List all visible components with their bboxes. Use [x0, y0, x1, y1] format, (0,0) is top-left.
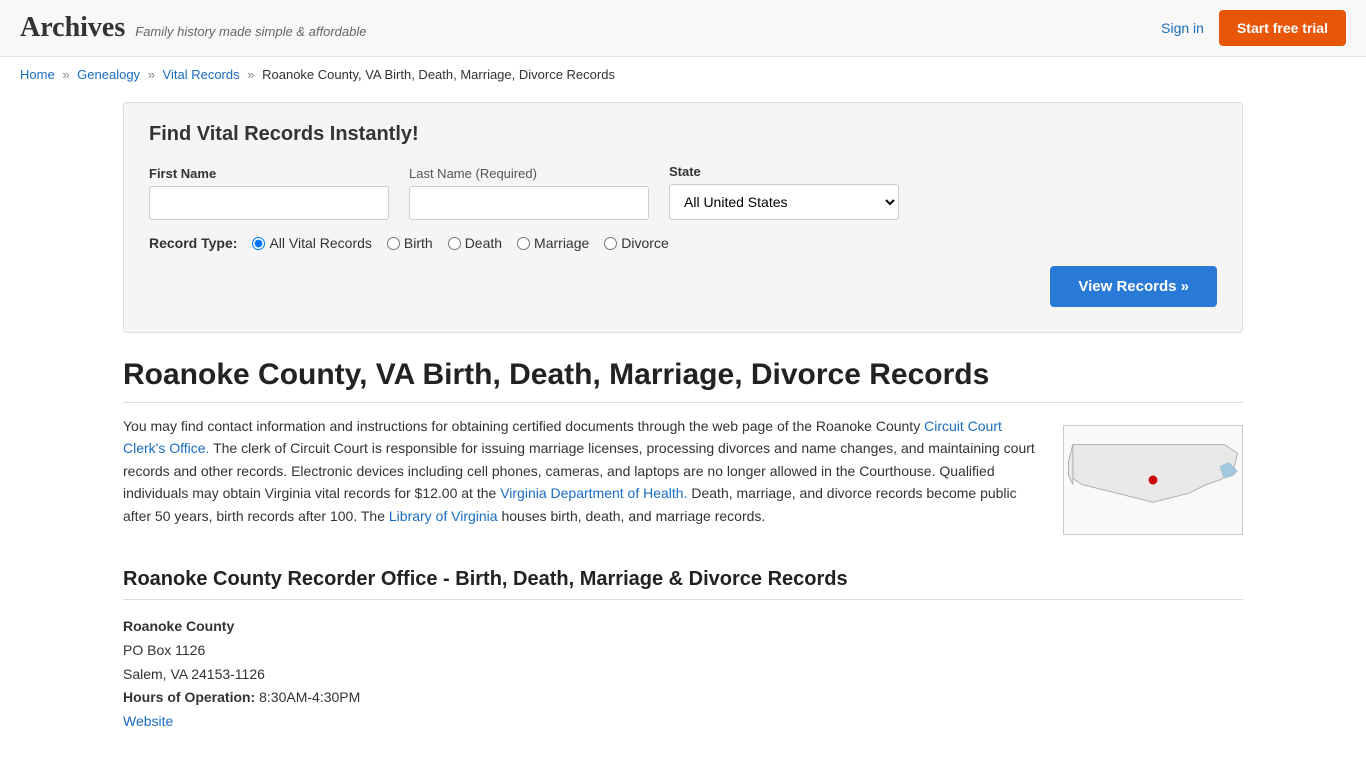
main-content: Find Vital Records Instantly! First Name… — [103, 92, 1263, 744]
office-name: Roanoke County — [123, 615, 1243, 639]
hours-row: Hours of Operation: 8:30AM-4:30PM — [123, 686, 1243, 710]
record-type-divorce[interactable]: Divorce — [604, 235, 668, 251]
breadcrumb-sep-3: » — [247, 67, 254, 82]
va-dept-health-link[interactable]: Virginia Department of Health. — [500, 485, 687, 501]
va-map-svg — [1063, 425, 1243, 535]
record-type-row: Record Type: All Vital Records Birth Dea… — [149, 235, 1217, 251]
breadcrumb-vital-records[interactable]: Vital Records — [163, 67, 240, 82]
record-type-marriage-label: Marriage — [534, 235, 589, 251]
breadcrumb-current: Roanoke County, VA Birth, Death, Marriag… — [262, 67, 615, 82]
first-name-label: First Name — [149, 166, 389, 181]
description-paragraph-1: You may find contact information and ins… — [123, 415, 1043, 527]
record-type-divorce-label: Divorce — [621, 235, 668, 251]
record-type-birth[interactable]: Birth — [387, 235, 433, 251]
state-label: State — [669, 164, 899, 179]
page-title: Roanoke County, VA Birth, Death, Marriag… — [123, 358, 1243, 403]
search-title: Find Vital Records Instantly! — [149, 123, 1217, 146]
header: Archives Family history made simple & af… — [0, 0, 1366, 57]
breadcrumb: Home » Genealogy » Vital Records » Roano… — [0, 57, 1366, 92]
start-trial-button[interactable]: Start free trial — [1219, 10, 1346, 46]
last-name-label: Last Name (Required) — [409, 166, 649, 181]
website-link[interactable]: Website — [123, 713, 173, 729]
record-type-label: Record Type: — [149, 235, 237, 251]
office-info: Roanoke County PO Box 1126 Salem, VA 241… — [123, 615, 1243, 734]
roanoke-marker — [1149, 476, 1158, 485]
hours-value: 8:30AM-4:30PM — [259, 689, 360, 705]
record-type-all-radio[interactable] — [252, 237, 265, 250]
first-name-group: First Name — [149, 166, 389, 220]
last-name-input[interactable] — [409, 186, 649, 220]
record-type-death-radio[interactable] — [448, 237, 461, 250]
record-type-birth-radio[interactable] — [387, 237, 400, 250]
library-of-virginia-link[interactable]: Library of Virginia — [389, 508, 498, 524]
record-type-divorce-radio[interactable] — [604, 237, 617, 250]
first-name-input[interactable] — [149, 186, 389, 220]
header-left: Archives Family history made simple & af… — [20, 12, 366, 44]
breadcrumb-sep-2: » — [148, 67, 155, 82]
logo-tagline: Family history made simple & affordable — [135, 24, 366, 39]
record-type-all-label: All Vital Records — [269, 235, 371, 251]
search-fields: First Name Last Name (Required) State Al… — [149, 164, 1217, 220]
va-map — [1063, 425, 1243, 538]
breadcrumb-sep-1: » — [62, 67, 69, 82]
description-text: You may find contact information and ins… — [123, 415, 1043, 538]
record-type-marriage-radio[interactable] — [517, 237, 530, 250]
breadcrumb-home[interactable]: Home — [20, 67, 55, 82]
sign-in-link[interactable]: Sign in — [1161, 20, 1204, 36]
search-box: Find Vital Records Instantly! First Name… — [123, 102, 1243, 333]
last-name-group: Last Name (Required) — [409, 166, 649, 220]
view-records-container: View Records » — [149, 266, 1217, 307]
header-right: Sign in Start free trial — [1161, 10, 1346, 46]
state-group: State All United States Alabama Alaska A… — [669, 164, 899, 220]
record-type-birth-label: Birth — [404, 235, 433, 251]
website-row: Website — [123, 710, 1243, 734]
view-records-button[interactable]: View Records » — [1050, 266, 1217, 307]
breadcrumb-genealogy[interactable]: Genealogy — [77, 67, 140, 82]
record-type-death[interactable]: Death — [448, 235, 502, 251]
state-select[interactable]: All United States Alabama Alaska Arizona… — [669, 184, 899, 220]
record-type-death-label: Death — [465, 235, 502, 251]
description-section: You may find contact information and ins… — [123, 415, 1243, 538]
record-type-all[interactable]: All Vital Records — [252, 235, 371, 251]
section-title: Roanoke County Recorder Office - Birth, … — [123, 568, 1243, 600]
address-line1: PO Box 1126 — [123, 639, 1243, 663]
hours-label: Hours of Operation: — [123, 689, 255, 705]
address-line2: Salem, VA 24153-1126 — [123, 663, 1243, 687]
logo: Archives — [20, 12, 125, 44]
record-type-marriage[interactable]: Marriage — [517, 235, 589, 251]
